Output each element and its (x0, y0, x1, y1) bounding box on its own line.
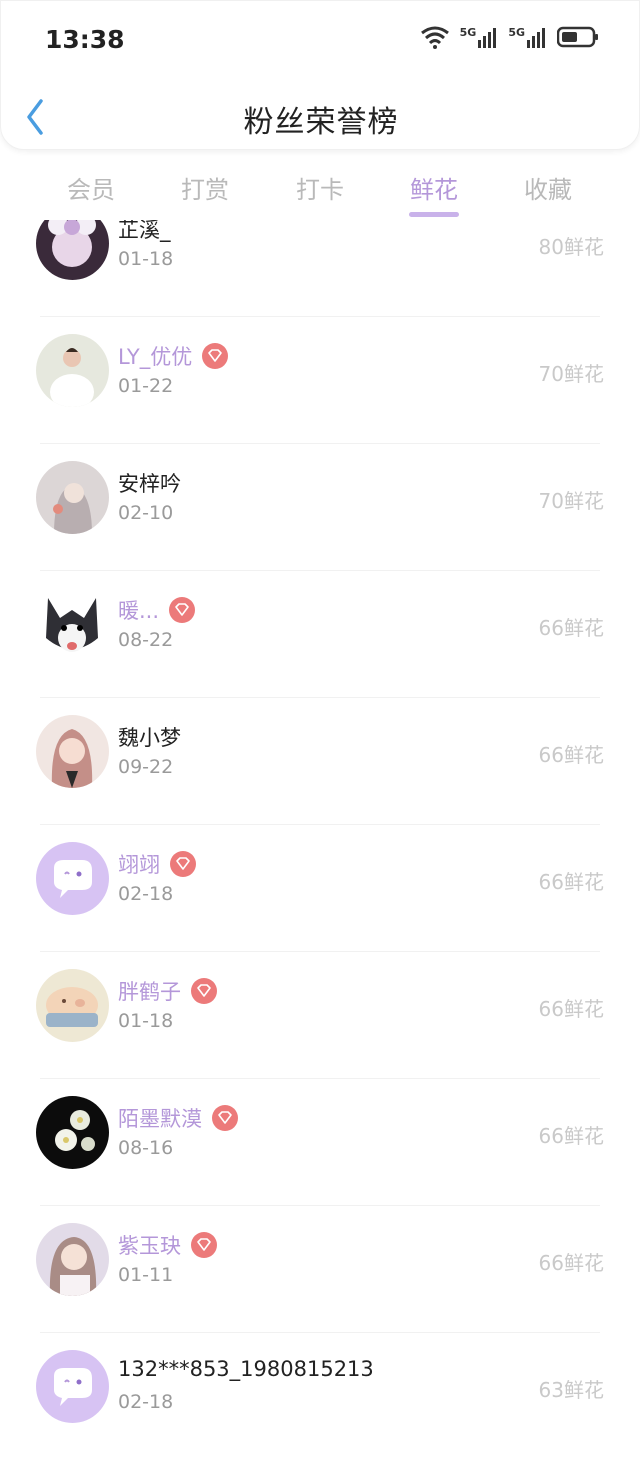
cell-signal-1: 5G (460, 26, 499, 48)
tab-flowers[interactable]: 鲜花 (384, 170, 484, 217)
page-title: 粉丝荣誉榜 (243, 105, 399, 140)
fan-date: 01-18 (118, 1010, 174, 1032)
tab-label: 鲜花 (410, 176, 458, 204)
bride-avatar[interactable] (36, 334, 109, 407)
white-flowers-avatar[interactable] (36, 1096, 109, 1169)
fan-date: 09-22 (118, 756, 174, 778)
status-time: 13:38 (45, 25, 125, 54)
fan-name: 翊翊 (118, 853, 160, 877)
flower-count: 66鲜花 (538, 1124, 604, 1148)
diamond-badge-icon (202, 343, 229, 369)
tab-label: 打卡 (296, 176, 344, 204)
flower-count: 66鲜花 (538, 1251, 604, 1275)
default-chat-avatar[interactable] (36, 1350, 109, 1423)
list-item[interactable]: 陌墨默漠 08-16 66鲜花 (0, 1079, 640, 1206)
flower-count: 66鲜花 (538, 870, 604, 894)
flower-count: 80鲜花 (538, 235, 604, 259)
tab-label: 收藏 (524, 176, 572, 204)
flower-count: 66鲜花 (538, 997, 604, 1021)
fan-name: 魏小梦 (118, 726, 181, 750)
list-item[interactable]: 紫玉玦 01-11 66鲜花 (0, 1206, 640, 1333)
fan-date: 08-16 (118, 1137, 174, 1159)
fan-name: 陌墨默漠 (118, 1107, 202, 1131)
fan-name: 安梓吟 (118, 472, 181, 496)
fan-name: 132***853_1980815213 (118, 1357, 374, 1381)
flower-count: 70鲜花 (538, 489, 604, 513)
tab-bar: 会员 打赏 打卡 鲜花 收藏 (0, 150, 640, 220)
tab-membership[interactable]: 会员 (41, 170, 141, 205)
diamond-badge-icon (212, 1105, 238, 1131)
fan-name: 胖鹤子 (118, 980, 181, 1004)
battery-icon (557, 26, 598, 48)
signal-bars-icon (527, 28, 545, 48)
fan-date: 01-22 (118, 375, 174, 397)
pig-avatar[interactable] (36, 969, 109, 1042)
fan-ranking-list: 芷溪_ 01-18 80鲜花 LY_优优 01-22 70鲜花 安梓吟 02-1… (0, 207, 640, 1460)
tab-label: 打赏 (181, 176, 229, 204)
fan-date: 02-10 (118, 502, 174, 524)
fan-date: 02-18 (118, 1391, 174, 1413)
fan-name: LY_优优 (118, 345, 193, 369)
app-header: 13:38 5G 5G 粉丝荣誉榜 (0, 0, 640, 150)
list-item[interactable]: 魏小梦 09-22 66鲜花 (0, 698, 640, 825)
fan-date: 08-22 (118, 629, 174, 651)
tab-label: 会员 (67, 176, 115, 204)
list-item[interactable]: 翊翊 02-18 66鲜花 (0, 825, 640, 952)
flower-count: 66鲜花 (538, 743, 604, 767)
diamond-badge-icon (170, 851, 196, 877)
tab-favorites[interactable]: 收藏 (498, 170, 598, 205)
network-label: 5G (459, 26, 477, 39)
fan-name: 紫玉玦 (118, 1234, 181, 1258)
signal-bars-icon (478, 28, 497, 48)
fan-date: 01-18 (118, 248, 174, 270)
list-item[interactable]: 胖鹤子 01-18 66鲜花 (0, 952, 640, 1079)
girl-flower-avatar[interactable] (36, 461, 109, 534)
wifi-icon (420, 26, 449, 49)
anime-girl-avatar[interactable] (36, 715, 109, 788)
diamond-badge-icon (191, 1232, 217, 1258)
diamond-badge-icon (169, 597, 196, 623)
flower-count: 66鲜花 (538, 616, 604, 640)
fan-date: 02-18 (118, 883, 174, 905)
husky-avatar[interactable] (36, 588, 109, 661)
cell-signal-2: 5G (508, 26, 547, 48)
tab-checkin[interactable]: 打卡 (270, 170, 370, 205)
status-icons: 5G 5G (420, 25, 599, 49)
list-item[interactable]: 安梓吟 02-10 70鲜花 (0, 444, 640, 571)
list-item[interactable]: LY_优优 01-22 70鲜花 (0, 317, 640, 444)
fan-name: 暖... (118, 599, 160, 623)
list-item[interactable]: 132***853_1980815213 02-18 63鲜花 (0, 1333, 640, 1460)
active-tab-indicator (409, 212, 459, 217)
list-item[interactable]: 暖... 08-22 66鲜花 (0, 571, 640, 698)
network-label: 5G (508, 26, 525, 39)
diamond-badge-icon (191, 978, 217, 1004)
flower-count: 63鲜花 (538, 1378, 604, 1402)
flower-count: 70鲜花 (538, 362, 604, 386)
tab-tips[interactable]: 打赏 (155, 170, 255, 205)
fan-date: 01-11 (118, 1264, 174, 1286)
default-chat-avatar[interactable] (36, 842, 109, 915)
girl-portrait-avatar[interactable] (36, 1223, 109, 1296)
